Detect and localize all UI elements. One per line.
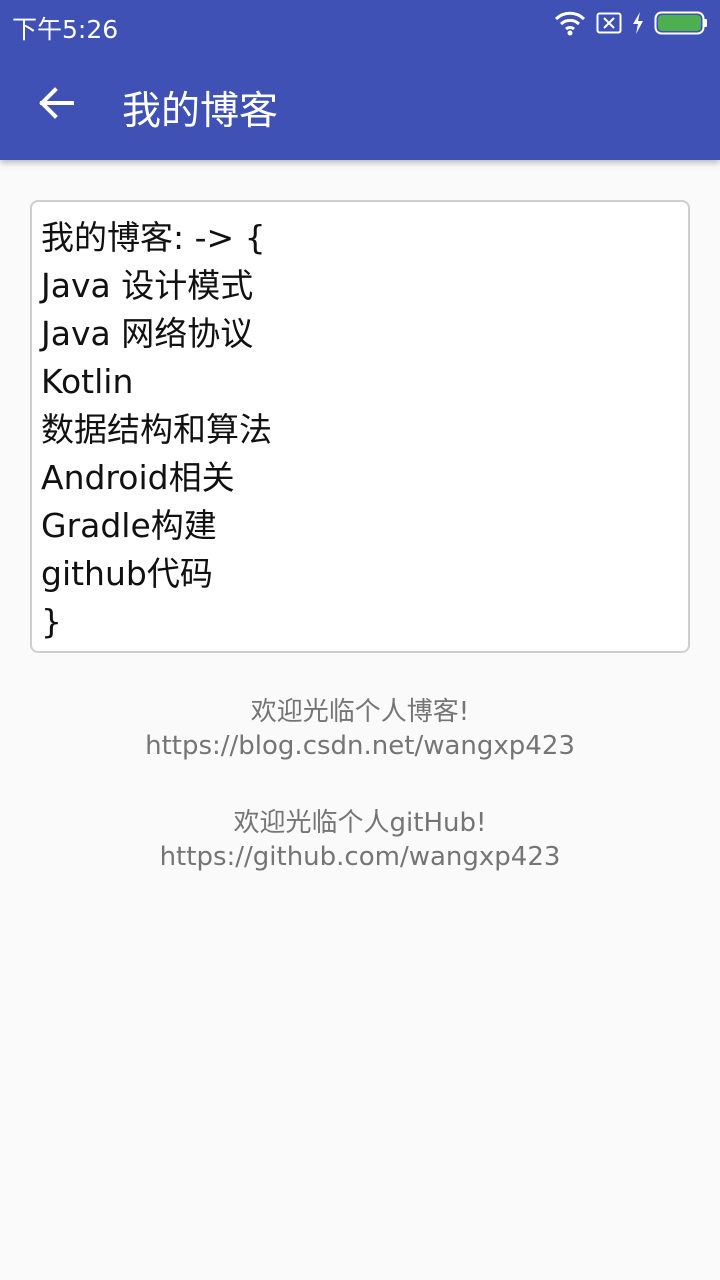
blog-info: 欢迎光临个人博客! https://blog.csdn.net/wangxp42… bbox=[0, 695, 720, 763]
back-button[interactable] bbox=[22, 71, 90, 139]
text-line: Kotlin bbox=[41, 362, 134, 401]
text-line: github代码 bbox=[41, 554, 213, 593]
status-bar: 下午5:26 bbox=[0, 0, 720, 50]
github-welcome-text: 欢迎光临个人gitHub! bbox=[233, 808, 487, 838]
status-time: 下午5:26 bbox=[12, 15, 119, 44]
sim-no-signal-icon bbox=[596, 12, 622, 38]
text-line: Gradle构建 bbox=[41, 506, 217, 545]
charging-icon bbox=[632, 12, 644, 38]
text-line: Android相关 bbox=[41, 458, 235, 497]
text-line: 我的博客: -> { bbox=[41, 218, 266, 257]
page-title: 我的博客 bbox=[122, 89, 279, 134]
blog-topics-text-field[interactable]: 我的博客: -> { Java 设计模式 Java 网络协议 Kotlin 数据… bbox=[30, 200, 690, 653]
text-line: Java 网络协议 bbox=[41, 314, 254, 353]
github-url-link[interactable]: https://github.com/wangxp423 bbox=[0, 840, 720, 874]
blog-url-link[interactable]: https://blog.csdn.net/wangxp423 bbox=[0, 729, 720, 763]
github-info: 欢迎光临个人gitHub! https://github.com/wangxp4… bbox=[0, 806, 720, 874]
status-icons bbox=[554, 10, 708, 40]
battery-icon bbox=[654, 11, 708, 39]
text-line: 数据结构和算法 bbox=[41, 410, 272, 449]
blog-welcome-text: 欢迎光临个人博客! bbox=[250, 697, 470, 727]
arrow-back-icon bbox=[38, 87, 74, 123]
app-bar: 下午5:26 我的博客 bbox=[0, 0, 720, 160]
text-line: } bbox=[41, 602, 62, 641]
text-line: Java 设计模式 bbox=[41, 266, 254, 305]
wifi-icon bbox=[554, 10, 586, 40]
toolbar: 我的博客 bbox=[0, 50, 720, 160]
